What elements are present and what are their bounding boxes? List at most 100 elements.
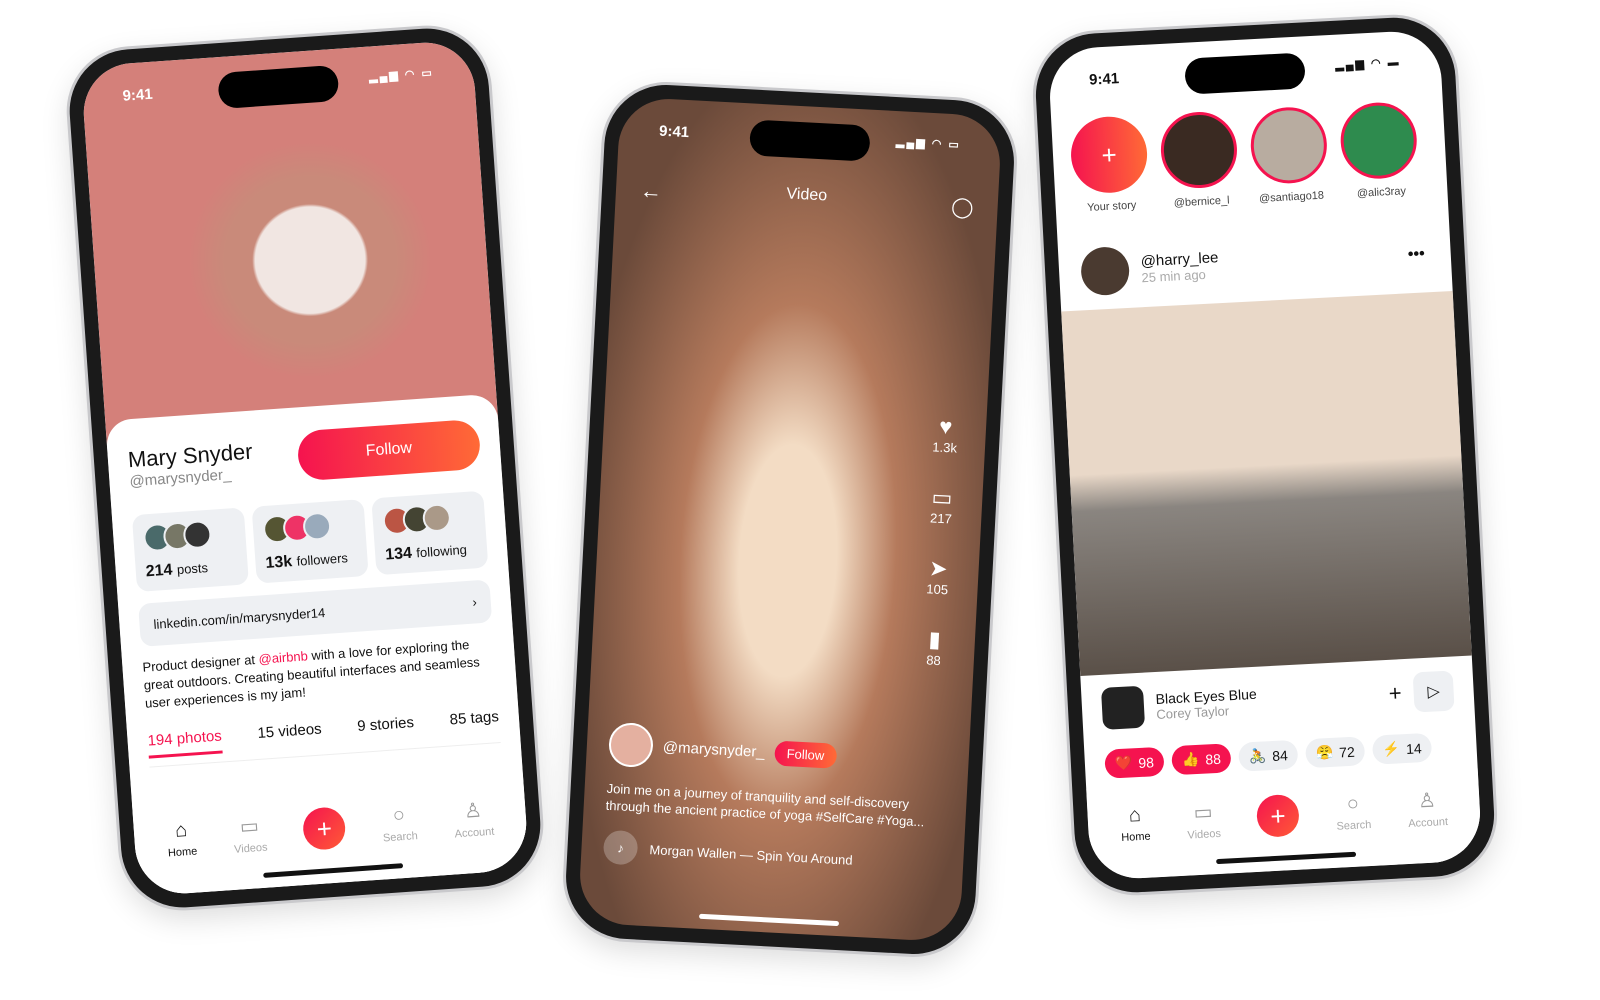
story-label: @alic3ray bbox=[1356, 185, 1407, 200]
story-label: Your story bbox=[1086, 199, 1137, 214]
story-item[interactable]: @bernice_l bbox=[1159, 110, 1240, 210]
reaction-lightning[interactable]: ⚡ 14 bbox=[1371, 732, 1433, 765]
nav-account[interactable]: ♙ Account bbox=[1406, 786, 1448, 829]
tab-videos[interactable]: 15 videos bbox=[257, 721, 323, 751]
nav-videos[interactable]: ▭ Videos bbox=[232, 812, 268, 856]
follow-button[interactable]: Follow bbox=[774, 740, 837, 769]
link-row[interactable]: linkedin.com/in/marysnyder14 › bbox=[138, 579, 493, 647]
story-item[interactable]: @alic3ray bbox=[1338, 100, 1420, 201]
save-count: 88 bbox=[925, 652, 942, 669]
comment-icon: ▭ bbox=[931, 484, 954, 511]
tab-photos[interactable]: 194 photos bbox=[147, 727, 223, 759]
nav-label: Search bbox=[1336, 818, 1372, 833]
phone-video: 9:41 ▂▄▆ ◠ ▭ ← Video ◯ ♥ 1.3k ▭ 217 ➤ 105 ▮ 88 … bbox=[562, 81, 1018, 958]
back-arrow-icon[interactable]: ← bbox=[639, 178, 662, 205]
follow-button[interactable]: Follow bbox=[296, 418, 482, 482]
like-count: 1.3k bbox=[932, 439, 958, 456]
story-item[interactable]: @santiago18 bbox=[1248, 105, 1330, 205]
story-your[interactable]: + Your story bbox=[1069, 114, 1150, 215]
nav-search[interactable]: ○ Search bbox=[381, 803, 419, 844]
signal-wifi-battery-icon: ▂▄▆ ◠ ▭ bbox=[895, 136, 962, 152]
comment-button[interactable]: ▭ 217 bbox=[928, 484, 955, 526]
reaction-count: 88 bbox=[1204, 750, 1222, 768]
tab-tags[interactable]: 85 tags bbox=[449, 708, 500, 737]
phone-profile: 9:41 ▂▄▆ ◠ ▭ Mary Snyder @marysnyder_ Foll… bbox=[65, 24, 545, 912]
cyclist-emoji-icon: 🚴 bbox=[1248, 747, 1267, 765]
screen-title: Video bbox=[786, 185, 828, 205]
create-button[interactable]: + bbox=[1255, 793, 1301, 838]
avatar[interactable] bbox=[1079, 245, 1131, 297]
bottom-nav: ⌂ Home ▭ Videos + ○ Search ♙ Account bbox=[1086, 768, 1483, 881]
dynamic-island bbox=[749, 119, 871, 162]
like-button[interactable]: ♥ 1.3k bbox=[932, 413, 959, 456]
lightning-emoji-icon: ⚡ bbox=[1382, 740, 1401, 758]
save-button[interactable]: ▮ 88 bbox=[921, 626, 948, 668]
media-tabs: 194 photos 15 videos 9 stories 85 tags bbox=[147, 708, 501, 768]
thumbs-up-emoji-icon: 👍 bbox=[1181, 750, 1200, 768]
heart-emoji-icon: ❤️ bbox=[1114, 754, 1133, 772]
play-button[interactable]: ▷ bbox=[1412, 670, 1455, 713]
video-screen: 9:41 ▂▄▆ ◠ ▭ ← Video ◯ ♥ 1.3k ▭ 217 ➤ 105 ▮ 88 … bbox=[577, 96, 1003, 943]
time: 9:41 bbox=[658, 122, 690, 142]
stat-label: following bbox=[415, 541, 468, 561]
bio-mention-link[interactable]: @airbnb bbox=[258, 648, 308, 666]
stat-posts[interactable]: 214 posts bbox=[131, 507, 249, 593]
story-label: @bernice_l bbox=[1173, 194, 1230, 210]
comment-count: 217 bbox=[929, 510, 953, 527]
video-icon: ▭ bbox=[1193, 800, 1214, 824]
reaction-thumbs-up[interactable]: 👍 88 bbox=[1171, 743, 1232, 776]
create-button[interactable]: + bbox=[301, 806, 347, 851]
phone-feed: 9:41 ▂▄▆ ◠ ▬ + Your story @bernice_l @sant… bbox=[1032, 14, 1498, 896]
video-actions: ♥ 1.3k ▭ 217 ➤ 105 ▮ 88 bbox=[921, 413, 959, 668]
tab-stories[interactable]: 9 stories bbox=[357, 714, 415, 744]
stories-row: + Your story @bernice_l @santiago18 @alic… bbox=[1069, 100, 1420, 215]
music-track[interactable]: Morgan Wallen — Spin You Around bbox=[649, 842, 853, 868]
camera-icon[interactable]: ◯ bbox=[951, 194, 975, 221]
nav-label: Home bbox=[1120, 830, 1151, 844]
bookmark-icon: ▮ bbox=[927, 626, 942, 653]
share-count: 105 bbox=[926, 581, 949, 598]
reaction-count: 84 bbox=[1271, 746, 1289, 764]
story-avatar bbox=[1338, 100, 1419, 181]
share-button[interactable]: ➤ 105 bbox=[925, 555, 952, 597]
chevron-right-icon: › bbox=[471, 594, 478, 610]
nav-account[interactable]: ♙ Account bbox=[452, 796, 495, 840]
add-icon[interactable]: + bbox=[1388, 680, 1402, 707]
reaction-heart[interactable]: ❤️ 98 bbox=[1104, 746, 1165, 779]
story-avatar bbox=[1248, 105, 1329, 186]
story-avatar bbox=[1159, 110, 1239, 190]
stat-following[interactable]: 134 following bbox=[371, 490, 489, 576]
avatar[interactable] bbox=[607, 721, 655, 769]
nav-videos[interactable]: ▭ Videos bbox=[1186, 798, 1221, 841]
home-icon: ⌂ bbox=[1128, 803, 1142, 827]
reaction-huff[interactable]: 😤 72 bbox=[1304, 736, 1366, 769]
reaction-count: 72 bbox=[1338, 743, 1356, 761]
nav-label: Account bbox=[454, 825, 495, 840]
more-options-icon[interactable]: ••• bbox=[1407, 245, 1425, 264]
home-icon: ⌂ bbox=[174, 818, 188, 842]
post-image[interactable] bbox=[1061, 290, 1472, 676]
profile-link[interactable]: linkedin.com/in/marysnyder14 bbox=[153, 605, 326, 632]
profile-screen: 9:41 ▂▄▆ ◠ ▭ Mary Snyder @marysnyder_ Foll… bbox=[80, 39, 530, 897]
nav-label: Account bbox=[1407, 815, 1449, 830]
nav-home[interactable]: ⌂ Home bbox=[1120, 803, 1151, 844]
music-note-icon: ♪ bbox=[602, 829, 639, 866]
video-icon: ▭ bbox=[239, 814, 260, 838]
stat-followers[interactable]: 13k followers bbox=[251, 499, 369, 584]
video-username[interactable]: @marysnyder_ bbox=[662, 738, 765, 760]
nav-home[interactable]: ⌂ Home bbox=[166, 818, 198, 859]
signal-wifi-battery-icon: ▂▄▆ ◠ ▬ bbox=[1334, 56, 1401, 72]
plus-icon: + bbox=[1269, 799, 1287, 831]
feed-screen: 9:41 ▂▄▆ ◠ ▬ + Your story @bernice_l @sant… bbox=[1047, 29, 1483, 881]
stat-label: posts bbox=[176, 560, 209, 578]
stat-number: 214 bbox=[145, 561, 174, 581]
search-icon: ○ bbox=[392, 803, 406, 827]
bio: Product designer at @airbnb with a love … bbox=[142, 634, 497, 712]
video-caption: Join me on a journey of tranquility and … bbox=[605, 780, 925, 830]
nav-search[interactable]: ○ Search bbox=[1335, 791, 1372, 833]
reaction-cyclist[interactable]: 🚴 84 bbox=[1238, 739, 1299, 772]
heart-icon: ♥ bbox=[938, 413, 953, 440]
bio-text: with a love for exploring the great outd… bbox=[143, 636, 481, 711]
home-indicator bbox=[698, 913, 840, 927]
stat-number: 13k bbox=[264, 553, 293, 572]
